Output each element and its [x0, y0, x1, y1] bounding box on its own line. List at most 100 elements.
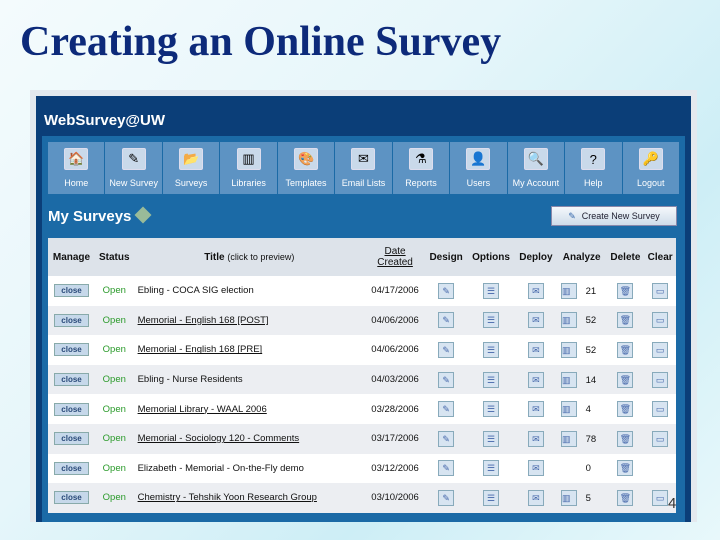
delete-icon[interactable]: 🗑 [617, 371, 634, 388]
page-title: My Surveys [48, 208, 132, 225]
design-icon[interactable]: ✎ [438, 489, 455, 506]
delete-icon[interactable]: 🗑 [617, 282, 634, 299]
analyze-icon[interactable]: ▥ [560, 282, 577, 299]
delete-icon[interactable]: 🗑 [617, 312, 634, 329]
deploy-icon[interactable]: ✉ [527, 312, 544, 329]
nav-label: Surveys [174, 178, 208, 188]
options-icon[interactable]: ☰ [483, 282, 500, 299]
clear-icon[interactable]: ▭ [652, 430, 669, 447]
options-icon[interactable]: ☰ [483, 312, 500, 329]
options-icon[interactable]: ☰ [483, 489, 500, 506]
survey-title[interactable]: Memorial - Sociology 120 - Comments [133, 423, 366, 454]
date-header-2[interactable]: Created [377, 257, 413, 268]
nav-item[interactable]: 👤 Users [450, 142, 507, 194]
screenshot-frame: WebSurvey@UW 🏠 Home ✎ New Survey 📂 Surveys ▥ Li… [30, 90, 697, 522]
slide-title: Creating an Online Survey [20, 19, 502, 65]
clear-icon[interactable]: ▭ [652, 341, 669, 358]
close-button[interactable]: close [54, 373, 89, 387]
analyze-icon[interactable]: ▥ [560, 371, 577, 388]
col-date-created[interactable]: Date Created [365, 238, 426, 276]
user-icon: 👤 [466, 148, 491, 170]
date-header-1[interactable]: Date [385, 246, 406, 257]
design-icon[interactable]: ✎ [438, 312, 455, 329]
options-icon[interactable]: ☰ [483, 341, 500, 358]
options-icon[interactable]: ☰ [483, 460, 500, 477]
design-icon[interactable]: ✎ [438, 401, 455, 418]
close-button[interactable]: close [54, 343, 89, 357]
analyze-icon[interactable]: ▥ [560, 430, 577, 447]
design-icon[interactable]: ✎ [438, 341, 455, 358]
clear-icon[interactable]: ▭ [652, 401, 669, 418]
response-count: 52 [585, 344, 597, 356]
nav-label: Logout [636, 178, 665, 188]
deploy-icon[interactable]: ✉ [527, 430, 544, 447]
close-button[interactable]: close [54, 402, 89, 416]
help-icon: ? [581, 148, 606, 170]
design-icon[interactable]: ✎ [438, 430, 455, 447]
help-icon[interactable] [134, 206, 152, 224]
delete-icon[interactable]: 🗑 [617, 460, 634, 477]
close-button[interactable]: close [54, 432, 89, 446]
nav-item[interactable]: ▥ Libraries [220, 142, 277, 194]
table-row: close Open Memorial - English 168 [PRE] … [48, 335, 676, 365]
nav-label: New Survey [109, 178, 158, 188]
design-icon[interactable]: ✎ [438, 460, 455, 477]
main-nav: 🏠 Home ✎ New Survey 📂 Surveys ▥ Libraries 🎨 Templ… [48, 142, 679, 194]
nav-item[interactable]: 🏠 Home [48, 142, 105, 194]
response-count: 78 [585, 433, 597, 445]
create-new-survey-button[interactable]: ✎ Create New Survey [551, 206, 677, 226]
clear-icon[interactable]: ▭ [652, 312, 669, 329]
response-count: 4 [585, 404, 591, 416]
deploy-icon[interactable]: ✉ [527, 341, 544, 358]
nav-label: Users [466, 178, 491, 188]
close-button[interactable]: close [54, 284, 89, 298]
delete-icon[interactable]: 🗑 [617, 401, 634, 418]
deploy-icon[interactable]: ✉ [527, 401, 544, 418]
options-icon[interactable]: ☰ [483, 430, 500, 447]
options-icon[interactable]: ☰ [483, 401, 500, 418]
nav-item[interactable]: ✎ New Survey [105, 142, 162, 194]
design-icon[interactable]: ✎ [438, 371, 455, 388]
clear-icon[interactable]: ▭ [652, 282, 669, 299]
clear-icon[interactable]: ▭ [652, 371, 669, 388]
nav-item[interactable]: ✉ Email Lists [335, 142, 392, 194]
nav-item[interactable]: 🎨 Templates [277, 142, 335, 194]
analyze-icon[interactable]: ▥ [560, 341, 577, 358]
nav-item[interactable]: ⚗ Reports [392, 142, 450, 194]
design-icon[interactable]: ✎ [438, 282, 455, 299]
date-created: 04/17/2006 [365, 276, 426, 306]
col-title: Title (click to preview) [133, 238, 366, 276]
palette-icon: 🎨 [294, 148, 319, 170]
title-hint: (click to preview) [227, 251, 295, 262]
analyze-icon[interactable]: ▥ [560, 312, 577, 329]
delete-icon[interactable]: 🗑 [617, 489, 634, 506]
delete-icon[interactable]: 🗑 [617, 430, 634, 447]
survey-title[interactable]: Chemistry - Tehshik Yoon Research Group [133, 483, 366, 513]
deploy-icon[interactable]: ✉ [527, 489, 544, 506]
survey-title[interactable]: Memorial - English 168 [POST] [133, 305, 366, 336]
clear-icon[interactable]: ▭ [652, 489, 669, 506]
options-icon[interactable]: ☰ [483, 371, 500, 388]
library-icon: ▥ [236, 148, 261, 170]
survey-title[interactable]: Memorial Library - WAAL 2006 [133, 394, 366, 424]
deploy-icon[interactable]: ✉ [527, 460, 544, 477]
analyze-icon[interactable]: ▥ [560, 489, 577, 506]
nav-item[interactable]: 🔑 Logout [622, 142, 679, 194]
status-text: Open [95, 335, 134, 365]
date-created: 04/06/2006 [365, 305, 426, 336]
nav-item[interactable]: 🔍 My Account [507, 142, 565, 194]
response-count: 14 [585, 374, 597, 386]
delete-icon[interactable]: 🗑 [617, 341, 634, 358]
status-text: Open [95, 453, 134, 484]
deploy-icon[interactable]: ✉ [527, 371, 544, 388]
nav-item[interactable]: ? Help [565, 142, 622, 194]
close-button[interactable]: close [54, 491, 89, 505]
response-count: 0 [585, 462, 591, 474]
status-text: Open [95, 394, 134, 424]
analyze-icon[interactable]: ▥ [560, 401, 577, 418]
survey-title[interactable]: Memorial - English 168 [PRE] [133, 335, 366, 365]
nav-item[interactable]: 📂 Surveys [162, 142, 220, 194]
close-button[interactable]: close [54, 313, 89, 327]
close-button[interactable]: close [54, 461, 89, 475]
deploy-icon[interactable]: ✉ [527, 282, 544, 299]
